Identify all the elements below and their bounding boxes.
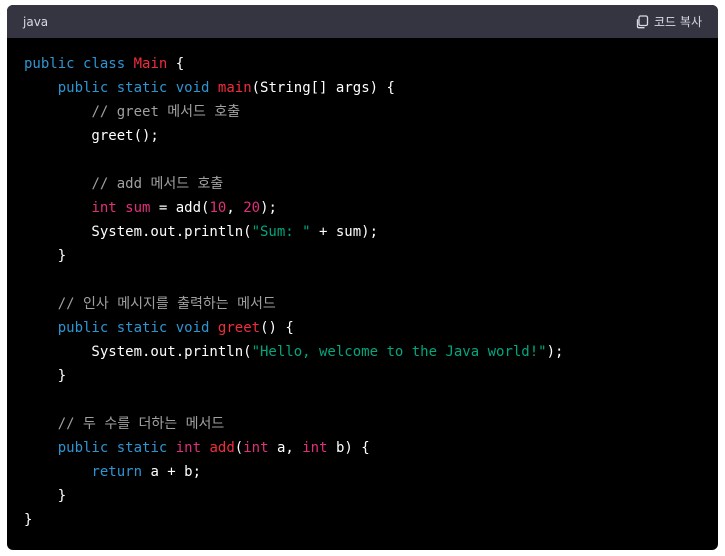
code-token: int (175, 440, 202, 456)
code-content[interactable]: public class Main { public static void m… (7, 38, 718, 546)
code-line: System.out.println("Sum: " + sum); (24, 220, 701, 244)
code-token: int (302, 440, 328, 456)
code-token: public (24, 56, 75, 72)
copy-code-label: 코드 복사 (654, 15, 702, 29)
code-token: 20 (243, 200, 261, 216)
code-token: "Sum: " (251, 224, 311, 240)
code-token: void (175, 320, 210, 336)
code-token: public (57, 440, 109, 456)
code-line: public class Main { (24, 52, 701, 76)
code-token: System.out.println( (24, 224, 252, 240)
code-token: // greet 메서드 호출 (91, 104, 241, 120)
code-token: a, (268, 440, 303, 456)
code-token: } (24, 248, 67, 264)
code-token: class (83, 56, 126, 72)
code-token: sum (125, 200, 151, 216)
code-line: // greet 메서드 호출 (24, 100, 701, 124)
code-line: // 인사 메시지를 출력하는 메서드 (24, 292, 701, 316)
code-token: ); (260, 200, 277, 216)
code-line: } (24, 244, 701, 268)
code-token: greet (217, 320, 261, 336)
code-block-header: java 코드 복사 (7, 5, 718, 38)
code-token: Main (133, 56, 168, 72)
code-token: // 두 수를 더하는 메서드 (57, 416, 225, 432)
code-token: public (57, 80, 109, 96)
code-token: ); (546, 344, 564, 360)
code-token: ( (234, 440, 244, 456)
code-token: } (24, 512, 33, 528)
code-token: return (91, 464, 143, 480)
code-token: static (116, 440, 168, 456)
code-token: b) { (327, 440, 370, 456)
code-token: } (24, 488, 67, 504)
language-label: java (23, 14, 49, 29)
code-token: main (217, 80, 252, 96)
code-token: public (57, 320, 109, 336)
code-token: + sum); (310, 224, 379, 240)
copy-code-button[interactable]: 코드 복사 (635, 13, 702, 30)
code-token: a + b; (142, 464, 202, 480)
code-token: void (175, 80, 210, 96)
code-line: } (24, 508, 701, 532)
code-block: java 코드 복사 public class Main { public st… (7, 5, 718, 550)
code-line: System.out.println("Hello, welcome to th… (24, 340, 701, 364)
code-token: { (167, 56, 185, 72)
code-token: "Hello, welcome to the Java world!" (251, 344, 547, 360)
code-token: static (116, 320, 168, 336)
code-line: public static void main(String[] args) { (24, 76, 701, 100)
code-token: } (24, 368, 67, 384)
code-token: , (226, 200, 244, 216)
code-line: // 두 수를 더하는 메서드 (24, 412, 701, 436)
code-token: greet(); (24, 128, 159, 144)
code-token: int (91, 200, 117, 216)
code-token: int (243, 440, 269, 456)
code-line: public static void greet() { (24, 316, 701, 340)
code-line: return a + b; (24, 460, 701, 484)
code-token: System.out.println( (24, 344, 252, 360)
code-token: (String[] args) { (251, 80, 395, 96)
code-line: greet(); (24, 124, 701, 148)
code-line: } (24, 364, 701, 388)
code-token: static (116, 80, 168, 96)
code-token: = add( (150, 200, 210, 216)
code-line: int sum = add(10, 20); (24, 196, 701, 220)
code-line: } (24, 484, 701, 508)
code-line: // add 메서드 호출 (24, 172, 701, 196)
code-token: // add 메서드 호출 (91, 176, 224, 192)
copy-icon (635, 14, 649, 29)
code-token: () { (260, 320, 294, 336)
code-token: // 인사 메시지를 출력하는 메서드 (57, 296, 276, 312)
code-token: 10 (209, 200, 227, 216)
code-token: add (209, 440, 235, 456)
code-line: public static int add(int a, int b) { (24, 436, 701, 460)
